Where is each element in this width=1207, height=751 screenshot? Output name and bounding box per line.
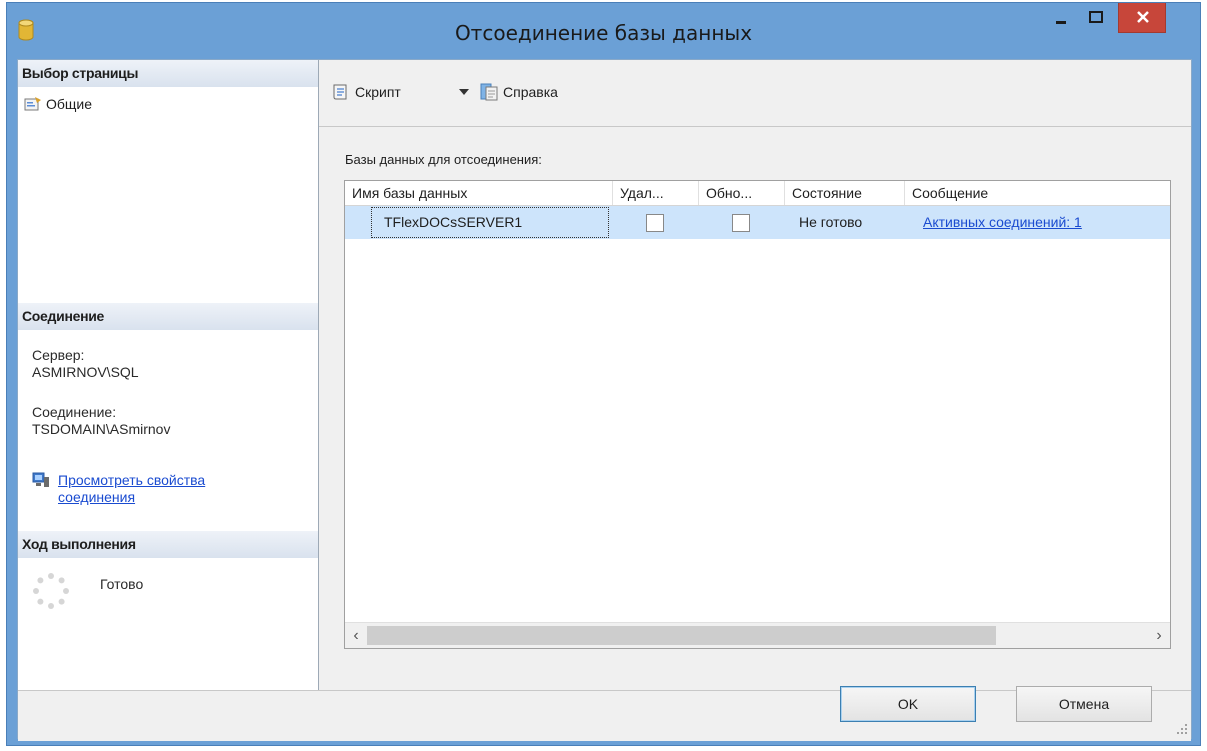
help-label: Справка bbox=[503, 84, 558, 100]
column-header-update[interactable]: Обно... bbox=[699, 181, 785, 205]
scroll-left-arrow-icon[interactable]: ‹ bbox=[345, 623, 367, 648]
connection-properties-icon bbox=[32, 472, 49, 487]
maximize-button[interactable] bbox=[1079, 3, 1113, 33]
column-header-message[interactable]: Сообщение bbox=[905, 181, 1170, 205]
server-value: ASMIRNOV\SQL bbox=[32, 364, 139, 380]
databases-to-detach-label: Базы данных для отсоединения: bbox=[345, 152, 542, 167]
window-title: Отсоединение базы данных bbox=[454, 21, 753, 45]
dialog-client-area: Выбор страницы Общие Соединение Сервер: … bbox=[17, 59, 1192, 741]
connection-value: TSDOMAIN\ASmirnov bbox=[32, 421, 171, 437]
view-connection-properties-link[interactable]: Просмотреть свойства соединения bbox=[58, 472, 205, 506]
maximize-icon bbox=[1089, 11, 1103, 23]
column-header-drop[interactable]: Удал... bbox=[613, 181, 699, 205]
grid-header: Имя базы данных Удал... Обно... Состояни… bbox=[345, 181, 1170, 206]
script-label: Скрипт bbox=[355, 84, 401, 100]
scroll-right-arrow-icon[interactable]: › bbox=[1148, 623, 1170, 648]
script-icon bbox=[333, 84, 347, 100]
sidebar: Выбор страницы Общие Соединение Сервер: … bbox=[18, 60, 319, 690]
toolbar: Скрипт Справка bbox=[319, 60, 1191, 127]
minimize-icon bbox=[1056, 21, 1066, 24]
progress-status: Готово bbox=[100, 576, 144, 592]
horizontal-scrollbar[interactable]: ‹ › bbox=[345, 622, 1170, 648]
table-row[interactable]: TFlexDOCsSERVER1 Не готово Активных соед… bbox=[345, 206, 1170, 239]
scrollbar-thumb[interactable] bbox=[367, 626, 996, 645]
title-bar[interactable]: Отсоединение базы данных bbox=[7, 3, 1200, 59]
column-header-status[interactable]: Состояние bbox=[785, 181, 905, 205]
script-button[interactable]: Скрипт bbox=[331, 80, 401, 104]
update-statistics-checkbox[interactable] bbox=[732, 214, 750, 232]
status-cell: Не готово bbox=[799, 214, 863, 230]
column-header-database-name[interactable]: Имя базы данных bbox=[345, 181, 613, 205]
cancel-button[interactable]: Отмена bbox=[1016, 686, 1152, 722]
minimize-button[interactable] bbox=[1044, 3, 1078, 33]
close-icon bbox=[1137, 11, 1149, 23]
select-page-header: Выбор страницы bbox=[18, 60, 318, 87]
progress-header: Ход выполнения bbox=[18, 531, 318, 558]
view-props-line1: Просмотреть свойства bbox=[58, 472, 206, 488]
page-item-label: Общие bbox=[46, 96, 93, 112]
connection-header: Соединение bbox=[18, 303, 318, 330]
script-dropdown-button[interactable] bbox=[458, 80, 470, 104]
database-name-cell[interactable]: TFlexDOCsSERVER1 bbox=[371, 207, 609, 238]
message-link[interactable]: Активных соединений: 1 bbox=[923, 206, 1163, 239]
help-icon bbox=[480, 83, 498, 101]
progress-spinner-icon bbox=[33, 573, 69, 609]
resize-grip-icon[interactable] bbox=[1176, 723, 1188, 735]
detach-database-window: Отсоединение базы данных Выбор страницы … bbox=[6, 2, 1201, 746]
view-props-line2: соединения bbox=[58, 489, 136, 505]
drop-connections-checkbox[interactable] bbox=[646, 214, 664, 232]
server-label: Сервер: bbox=[32, 347, 85, 363]
ok-button[interactable]: OK bbox=[840, 686, 976, 722]
databases-grid[interactable]: Имя базы данных Удал... Обно... Состояни… bbox=[344, 180, 1171, 649]
chevron-down-icon bbox=[459, 89, 469, 95]
close-button[interactable] bbox=[1118, 3, 1166, 33]
connection-label: Соединение: bbox=[32, 404, 117, 420]
help-button[interactable]: Справка bbox=[479, 80, 558, 104]
properties-page-icon bbox=[24, 97, 41, 111]
page-item-general[interactable]: Общие bbox=[24, 94, 92, 114]
